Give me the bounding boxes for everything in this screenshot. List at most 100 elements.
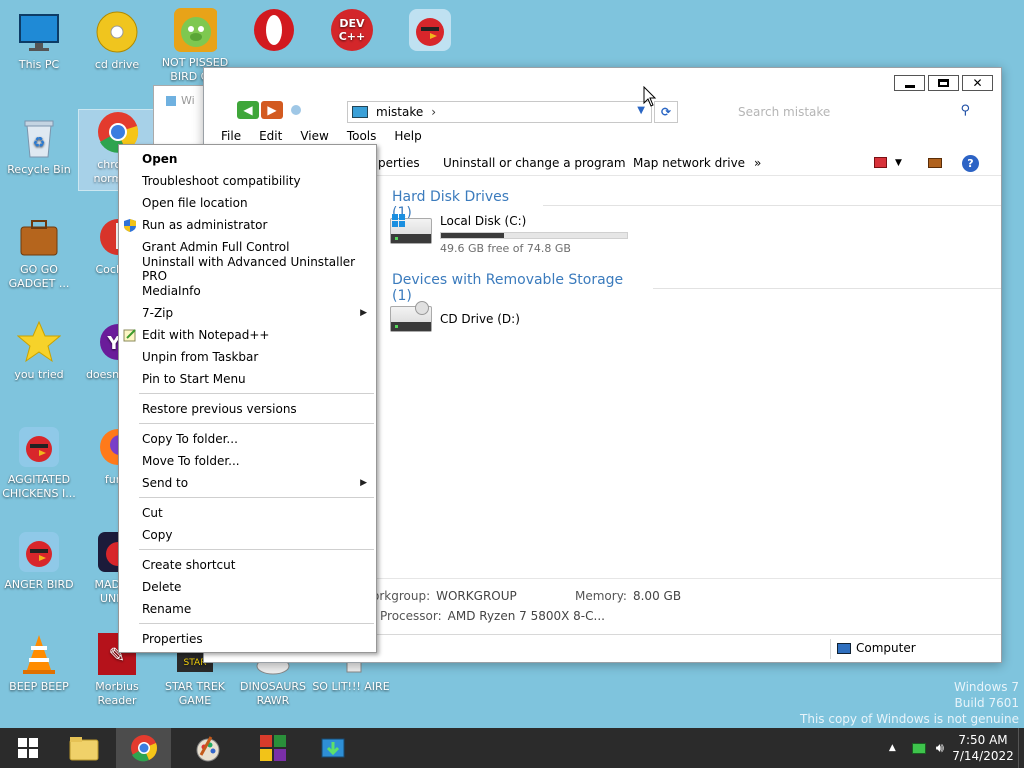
- menu-help[interactable]: Help: [394, 129, 431, 143]
- monitor-icon: [17, 10, 61, 54]
- desktop-icon-dev-cpp[interactable]: DEV C++: [312, 8, 390, 56]
- desktop-icon-opera[interactable]: [234, 8, 312, 56]
- menu-item-uninstall-advanced[interactable]: Uninstall with Advanced Uninstaller PRO: [119, 255, 376, 283]
- menu-item-pin-start[interactable]: Pin to Start Menu: [119, 368, 376, 390]
- background-window[interactable]: Wi: [153, 85, 208, 150]
- desktop-icon-you-tried[interactable]: you tried: [0, 320, 78, 382]
- menu-item-copy[interactable]: Copy: [119, 524, 376, 546]
- drive-cd-drive-d[interactable]: CD Drive (D:): [390, 301, 520, 332]
- nav-buttons: ◀ ▶: [237, 101, 301, 119]
- desktop-icon-go-go-gadget[interactable]: GO GO GADGET ...: [0, 215, 78, 291]
- vlc-icon: [17, 632, 61, 676]
- desktop-icon-label: AGGITATED CHICKENS I...: [2, 473, 76, 500]
- recycle-bin-icon: ♻: [17, 115, 61, 159]
- back-button[interactable]: ◀: [237, 101, 259, 119]
- desktop-icon-cd-drive[interactable]: cd drive: [78, 10, 156, 72]
- menu-item-move-to-folder[interactable]: Move To folder...: [119, 450, 376, 472]
- group-header-removable-storage[interactable]: Devices with Removable Storage (1): [392, 272, 1001, 304]
- status-location-label: Computer: [856, 641, 916, 655]
- refresh-button[interactable]: ⟳: [654, 101, 678, 123]
- volume-icon[interactable]: 🔊︎: [936, 741, 944, 756]
- breadcrumb-chevron-icon[interactable]: ›: [431, 105, 436, 119]
- close-button[interactable]: ✕: [962, 75, 993, 91]
- taskbar-download-app[interactable]: [305, 728, 360, 768]
- recent-pages-icon[interactable]: [291, 105, 301, 115]
- menu-item-open-file-location[interactable]: Open file location: [119, 192, 376, 214]
- show-hidden-icons-button[interactable]: ▲: [889, 743, 896, 753]
- opera-icon: [251, 8, 295, 52]
- desktop-icon-aggitated-chickens[interactable]: AGGITATED CHICKENS I...: [0, 425, 78, 501]
- forward-button[interactable]: ▶: [261, 101, 283, 119]
- taskbar: ▲ 🔊︎ 7:50 AM 7/14/2022: [0, 728, 1024, 768]
- desktop-icon-anger-bird[interactable]: ANGER BIRD: [0, 530, 78, 592]
- menu-tools[interactable]: Tools: [347, 129, 387, 143]
- notepadpp-icon: [122, 327, 138, 343]
- properties-command[interactable]: perties: [378, 156, 420, 170]
- menu-item-run-as-admin[interactable]: Run as administrator: [119, 214, 376, 236]
- menu-item-restore-versions[interactable]: Restore previous versions: [119, 398, 376, 420]
- menu-separator: [139, 549, 374, 550]
- taskbar-chrome[interactable]: [116, 728, 171, 768]
- star-icon: [17, 320, 61, 364]
- menu-item-properties[interactable]: Properties: [119, 628, 376, 650]
- preview-pane-icon[interactable]: [928, 158, 942, 168]
- network-icon[interactable]: [911, 742, 926, 754]
- taskbar-office-app[interactable]: [245, 728, 300, 768]
- menu-item-label: 7-Zip: [142, 306, 174, 320]
- menu-item-cut[interactable]: Cut: [119, 502, 376, 524]
- uninstall-program-command[interactable]: Uninstall or change a program: [443, 156, 626, 170]
- forward-arrow-icon: ▶: [267, 103, 277, 117]
- menu-item-label: Pin to Start Menu: [142, 372, 246, 386]
- menu-item-create-shortcut[interactable]: Create shortcut: [119, 554, 376, 576]
- menu-separator: [139, 423, 374, 424]
- menu-item-rename[interactable]: Rename: [119, 598, 376, 620]
- taskbar-paint[interactable]: [180, 728, 235, 768]
- title-bar[interactable]: ✕: [204, 68, 1001, 98]
- show-desktop-button[interactable]: [1018, 728, 1024, 768]
- desktop-icon-label: GO GO GADGET ...: [8, 263, 70, 290]
- minimize-button[interactable]: [894, 75, 925, 91]
- maximize-button[interactable]: [928, 75, 959, 91]
- help-icon[interactable]: ?: [962, 155, 979, 172]
- desktop-icon-label: you tried: [14, 368, 64, 381]
- address-bar[interactable]: mistake › ▼: [347, 101, 652, 123]
- svg-text:♻: ♻: [33, 135, 46, 151]
- menu-file[interactable]: File: [221, 129, 251, 143]
- more-commands-button[interactable]: »: [754, 156, 761, 170]
- search-icon[interactable]: ⚲: [960, 103, 970, 118]
- search-input[interactable]: Search mistake ⚲: [732, 101, 972, 123]
- drive-local-disk-c[interactable]: Local Disk (C:) 49.6 GB free of 74.8 GB: [390, 214, 628, 255]
- computer-icon: [352, 106, 368, 118]
- menu-view[interactable]: View: [300, 129, 338, 143]
- clock[interactable]: 7:50 AM 7/14/2022: [948, 732, 1018, 764]
- context-menu: Open Troubleshoot compatibility Open fil…: [118, 144, 377, 653]
- menu-item-copy-to-folder[interactable]: Copy To folder...: [119, 428, 376, 450]
- address-path: mistake: [376, 105, 424, 119]
- desktop-icon-label: This PC: [18, 58, 60, 71]
- desktop-icon-angry-bird-top[interactable]: [390, 8, 468, 56]
- pig-game-icon: [173, 8, 217, 52]
- windows-logo-icon: [392, 214, 405, 227]
- drive-name: CD Drive (D:): [440, 312, 520, 326]
- menu-item-unpin-taskbar[interactable]: Unpin from Taskbar: [119, 346, 376, 368]
- map-network-drive-command[interactable]: Map network drive: [633, 156, 745, 170]
- menu-item-mediainfo[interactable]: MediaInfo: [119, 280, 376, 302]
- angry-bird-icon: [17, 425, 61, 469]
- menu-item-send-to[interactable]: Send to ▶: [119, 472, 376, 494]
- close-icon: ✕: [972, 76, 983, 90]
- menu-item-label: Copy To folder...: [142, 432, 238, 446]
- desktop-icon-recycle-bin[interactable]: ♻ Recycle Bin: [0, 115, 78, 177]
- menu-item-open[interactable]: Open: [119, 148, 376, 170]
- menu-item-troubleshoot[interactable]: Troubleshoot compatibility: [119, 170, 376, 192]
- menu-item-delete[interactable]: Delete: [119, 576, 376, 598]
- start-button[interactable]: [0, 728, 55, 768]
- menu-item-7zip[interactable]: 7-Zip ▶: [119, 302, 376, 324]
- desktop-icon-beep-beep[interactable]: BEEP BEEP: [0, 632, 78, 694]
- taskbar-explorer[interactable]: [56, 728, 111, 768]
- menu-item-edit-notepadpp[interactable]: Edit with Notepad++: [119, 324, 376, 346]
- view-options-icon[interactable]: ▼: [874, 157, 902, 168]
- menu-edit[interactable]: Edit: [259, 129, 292, 143]
- menu-item-label: Rename: [142, 602, 192, 616]
- desktop-icon-this-pc[interactable]: This PC: [0, 10, 78, 72]
- menu-separator: [139, 393, 374, 394]
